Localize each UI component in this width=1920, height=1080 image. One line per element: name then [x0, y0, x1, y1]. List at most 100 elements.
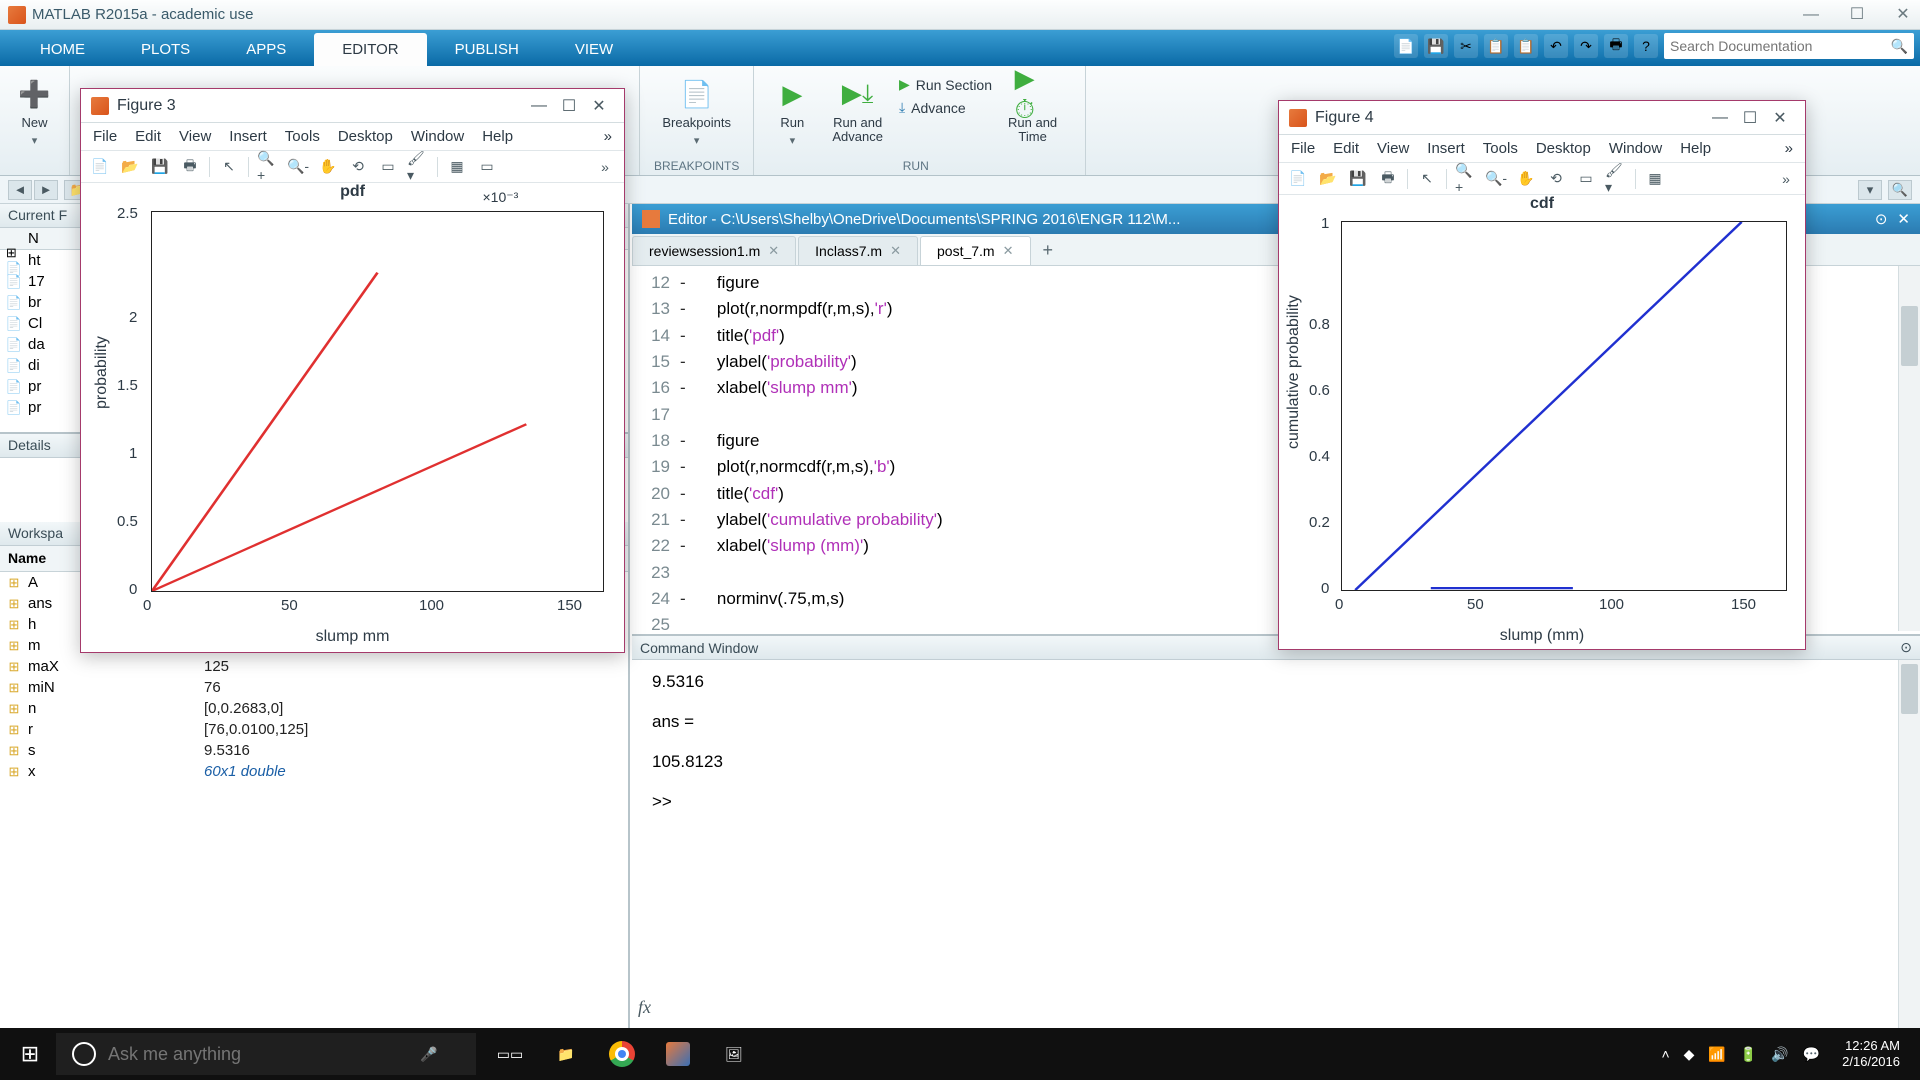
- search-folder-icon[interactable]: 🔍: [1888, 180, 1912, 200]
- fig-rotate-icon[interactable]: ⟲: [1545, 168, 1567, 190]
- figure4-window[interactable]: Figure 4 — ☐ ✕ FileEditViewInsertToolsDe…: [1278, 100, 1806, 650]
- fig-more-icon[interactable]: »: [1775, 168, 1797, 190]
- figure-menu-more[interactable]: »: [604, 128, 612, 145]
- tab-apps[interactable]: APPS: [218, 33, 314, 66]
- print-icon[interactable]: 🖶: [1604, 34, 1628, 58]
- new-button[interactable]: ➕ New ▾: [11, 72, 59, 151]
- workspace-variable[interactable]: ⊞x60x1 double: [0, 761, 628, 782]
- figure-menu-insert[interactable]: Insert: [1427, 140, 1465, 157]
- search-icon[interactable]: 🔍: [1891, 38, 1908, 55]
- figure-menu-window[interactable]: Window: [1609, 140, 1662, 157]
- help-icon[interactable]: ?: [1634, 34, 1658, 58]
- minimize-button[interactable]: —: [1802, 6, 1820, 24]
- fig4-close-button[interactable]: ✕: [1765, 108, 1795, 128]
- fig-new-icon[interactable]: 📄: [89, 156, 111, 178]
- tray-dropbox-icon[interactable]: ◆: [1684, 1046, 1695, 1063]
- photos-icon[interactable]: 🖼: [710, 1032, 758, 1076]
- cmd-scrollbar-thumb[interactable]: [1901, 664, 1918, 714]
- figure-menu-file[interactable]: File: [1291, 140, 1315, 157]
- tab-publish[interactable]: PUBLISH: [427, 33, 547, 66]
- editor-tab[interactable]: post_7.m✕: [920, 236, 1031, 265]
- editor-scrollbar[interactable]: [1898, 266, 1920, 631]
- fig-brush-icon[interactable]: 🖌▾: [407, 156, 429, 178]
- fig-new-icon[interactable]: 📄: [1287, 168, 1309, 190]
- forward-button[interactable]: ►: [34, 180, 58, 200]
- advance-button[interactable]: ⤓ Advance: [899, 99, 992, 116]
- command-window[interactable]: 9.5316 ans = 105.8123 >>: [632, 660, 1898, 1028]
- editor-tab[interactable]: Inclass7.m✕: [798, 236, 918, 265]
- taskbar-clock[interactable]: 12:26 AM 2/16/2016: [1834, 1038, 1908, 1069]
- fig-open-icon[interactable]: 📂: [1317, 168, 1339, 190]
- figure3-titlebar[interactable]: Figure 3 — ☐ ✕: [81, 89, 624, 123]
- fig-pan-icon[interactable]: ✋: [317, 156, 339, 178]
- tray-battery-icon[interactable]: 🔋: [1740, 1046, 1757, 1063]
- workspace-variable[interactable]: ⊞r[76,0.0100,125]: [0, 719, 628, 740]
- tray-wifi-icon[interactable]: 📶: [1708, 1046, 1725, 1063]
- tab-view[interactable]: VIEW: [547, 33, 641, 66]
- editor-tab[interactable]: reviewsession1.m✕: [632, 236, 796, 265]
- workspace-variable[interactable]: ⊞s9.5316: [0, 740, 628, 761]
- figure-menu-edit[interactable]: Edit: [1333, 140, 1359, 157]
- fig-brush-icon[interactable]: 🖌▾: [1605, 168, 1627, 190]
- task-view-icon[interactable]: ▭▭: [486, 1032, 534, 1076]
- workspace-variable[interactable]: ⊞miN76: [0, 677, 628, 698]
- cortana-search[interactable]: 🎤: [56, 1033, 476, 1075]
- close-button[interactable]: ✕: [1894, 6, 1912, 24]
- tab-close-icon[interactable]: ✕: [768, 243, 779, 259]
- cortana-input[interactable]: [108, 1044, 408, 1065]
- figure-menu-insert[interactable]: Insert: [229, 128, 267, 145]
- fig-save-icon[interactable]: 💾: [1347, 168, 1369, 190]
- figure-menu-desktop[interactable]: Desktop: [1536, 140, 1591, 157]
- shortcut-icon[interactable]: 📄: [1394, 34, 1418, 58]
- cut-icon[interactable]: ✂: [1454, 34, 1478, 58]
- figure-menu-help[interactable]: Help: [1680, 140, 1711, 157]
- fig-print-icon[interactable]: 🖶: [1377, 168, 1399, 190]
- fig-print-icon[interactable]: 🖶: [179, 156, 201, 178]
- fig-zoomout-icon[interactable]: 🔍-: [1485, 168, 1507, 190]
- back-button[interactable]: ◄: [8, 180, 32, 200]
- cmd-options-icon[interactable]: ⊙: [1900, 639, 1912, 656]
- figure-menu-more[interactable]: »: [1785, 140, 1793, 157]
- fig4-minimize-button[interactable]: —: [1705, 109, 1735, 127]
- path-dropdown[interactable]: ▾: [1858, 180, 1882, 200]
- fig4-maximize-button[interactable]: ☐: [1735, 108, 1765, 128]
- copy-icon[interactable]: 📋: [1484, 34, 1508, 58]
- fig-colorbar-icon[interactable]: ▦: [1644, 168, 1666, 190]
- file-explorer-icon[interactable]: 📁: [542, 1032, 590, 1076]
- tab-home[interactable]: HOME: [12, 33, 113, 66]
- figure-menu-help[interactable]: Help: [482, 128, 513, 145]
- fig3-maximize-button[interactable]: ☐: [554, 96, 584, 116]
- fig-legend-icon[interactable]: ▭: [476, 156, 498, 178]
- run-section-button[interactable]: ▶ Run Section: [899, 76, 992, 93]
- run-and-time-button[interactable]: ▶⏱ Run and Time: [1002, 72, 1063, 149]
- figure-menu-tools[interactable]: Tools: [1483, 140, 1518, 157]
- tab-close-icon[interactable]: ✕: [890, 243, 901, 259]
- new-tab-button[interactable]: +: [1033, 236, 1064, 265]
- fig-zoomin-icon[interactable]: 🔍+: [257, 156, 279, 178]
- fig-save-icon[interactable]: 💾: [149, 156, 171, 178]
- figure-menu-file[interactable]: File: [93, 128, 117, 145]
- chrome-icon[interactable]: [598, 1032, 646, 1076]
- fig-datacursor-icon[interactable]: ▭: [1575, 168, 1597, 190]
- figure-menu-view[interactable]: View: [179, 128, 211, 145]
- figure-menu-edit[interactable]: Edit: [135, 128, 161, 145]
- tray-chevron-icon[interactable]: ˄: [1661, 1046, 1669, 1062]
- tab-close-icon[interactable]: ✕: [1003, 243, 1014, 259]
- figure-menu-tools[interactable]: Tools: [285, 128, 320, 145]
- redo-icon[interactable]: ↷: [1574, 34, 1598, 58]
- run-button[interactable]: ▶ Run ▾: [768, 72, 816, 151]
- scrollbar-thumb[interactable]: [1901, 306, 1918, 366]
- fig-pointer-icon[interactable]: ↖: [1416, 168, 1438, 190]
- save-icon[interactable]: 💾: [1424, 34, 1448, 58]
- fx-icon[interactable]: fx: [638, 997, 651, 1018]
- fig-zoomout-icon[interactable]: 🔍-: [287, 156, 309, 178]
- tab-editor[interactable]: EDITOR: [314, 33, 426, 66]
- run-and-advance-button[interactable]: ▶⤓ Run and Advance: [826, 72, 889, 149]
- mic-icon[interactable]: 🎤: [420, 1046, 437, 1063]
- fig-rotate-icon[interactable]: ⟲: [347, 156, 369, 178]
- cmd-scrollbar[interactable]: [1898, 660, 1920, 1028]
- maximize-button[interactable]: ☐: [1848, 6, 1866, 24]
- tray-volume-icon[interactable]: 🔊: [1771, 1046, 1788, 1063]
- editor-dock-icon[interactable]: ⊙: [1875, 210, 1888, 228]
- search-input[interactable]: [1670, 38, 1891, 54]
